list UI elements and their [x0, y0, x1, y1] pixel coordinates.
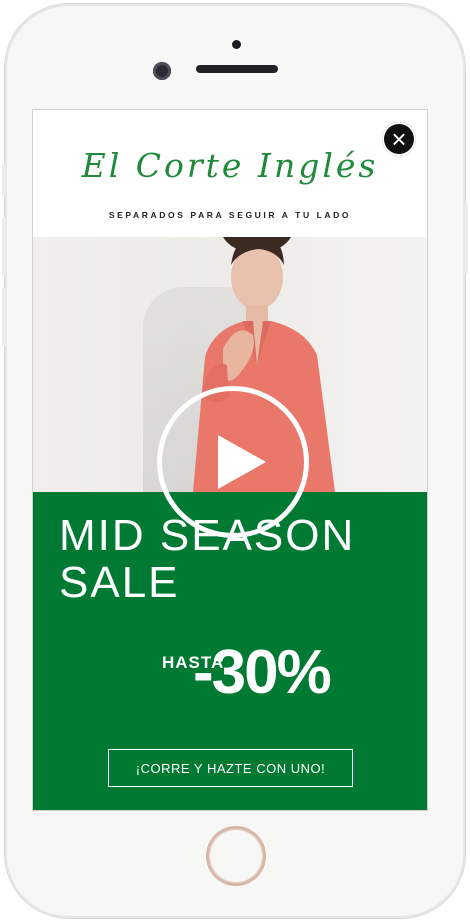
promo-discount: -30%: [193, 638, 332, 707]
cta-button[interactable]: ¡CORRE Y HAZTE CON UNO!: [108, 749, 353, 787]
volume-down-button: [2, 288, 6, 346]
earpiece-speaker: [196, 65, 278, 73]
play-button[interactable]: [157, 386, 309, 538]
close-icon: ×: [391, 124, 407, 154]
ad-screen: El Corte Inglés SEPARADOS PARA SEGUIR A …: [33, 110, 427, 810]
home-button[interactable]: [206, 826, 266, 886]
power-button: [464, 204, 468, 274]
close-button[interactable]: ×: [382, 122, 416, 156]
proximity-sensor: [232, 40, 241, 49]
mute-switch: [2, 164, 6, 196]
front-camera-icon: [153, 62, 171, 80]
brand-tagline: SEPARADOS PARA SEGUIR A TU LADO: [108, 210, 352, 220]
brand-logo: El Corte Inglés: [81, 146, 379, 185]
volume-up-button: [2, 218, 6, 276]
play-icon: [218, 435, 266, 489]
promo-panel: MID SEASON SALE HASTA -30% ¡CORRE Y HAZT…: [33, 492, 427, 810]
